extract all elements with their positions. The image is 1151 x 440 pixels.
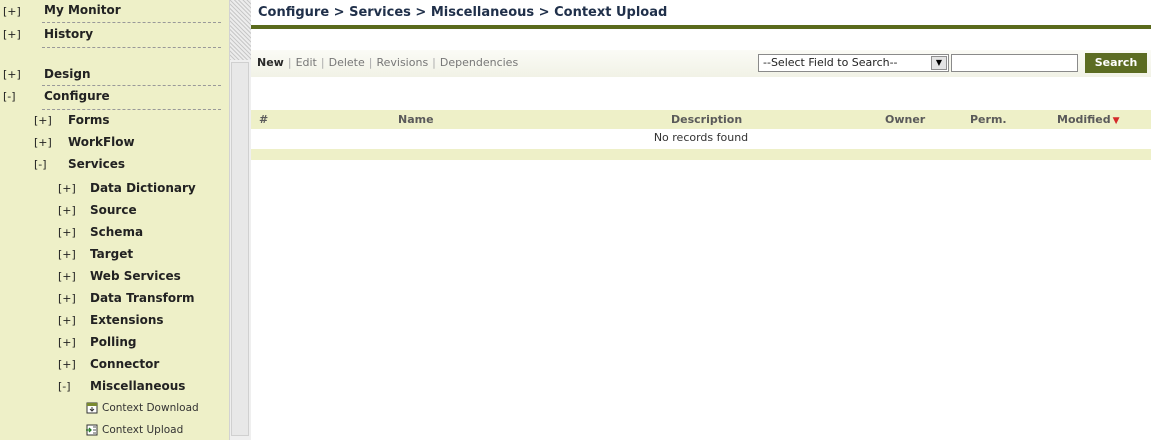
tree-node-my-monitor[interactable]: [+] My Monitor [0, 3, 229, 23]
expand-toggle[interactable]: [+] [3, 28, 21, 41]
tree-node-miscellaneous[interactable]: [-] Miscellaneous [0, 378, 229, 396]
chevron-down-icon[interactable]: ▼ [931, 56, 947, 70]
divider [42, 85, 221, 86]
expand-toggle[interactable]: [+] [58, 182, 76, 195]
tree-leaf-context-upload[interactable]: Context Upload [86, 422, 226, 440]
column-header-number[interactable]: # [259, 113, 268, 126]
select-value: --Select Field to Search-- [763, 56, 898, 69]
tree-node-forms[interactable]: [+] Forms [0, 112, 229, 130]
expand-toggle[interactable]: [+] [58, 358, 76, 371]
tree-node-label[interactable]: WorkFlow [68, 135, 135, 149]
action-separator: | [432, 56, 436, 69]
context-download-icon [86, 402, 98, 414]
tree-node-schema[interactable]: [+] Schema [0, 224, 229, 242]
scrollbar-thumb[interactable] [231, 62, 249, 436]
tree-node-label[interactable]: History [44, 27, 93, 41]
expand-toggle[interactable]: [+] [58, 292, 76, 305]
tree-node-label[interactable]: My Monitor [44, 3, 121, 17]
expand-toggle[interactable]: [+] [34, 136, 52, 149]
delete-link[interactable]: Delete [329, 56, 365, 69]
column-header-description[interactable]: Description [671, 113, 742, 126]
column-header-modified[interactable]: Modified ▼ [1057, 113, 1120, 126]
tree-node-source[interactable]: [+] Source [0, 202, 229, 220]
revisions-link[interactable]: Revisions [376, 56, 428, 69]
expand-toggle[interactable]: [+] [34, 114, 52, 127]
tree-node-label[interactable]: Configure [44, 89, 110, 103]
tree-node-data-transform[interactable]: [+] Data Transform [0, 290, 229, 308]
tree-node-label[interactable]: Forms [68, 113, 110, 127]
tree-node-data-dictionary[interactable]: [+] Data Dictionary [0, 180, 229, 198]
dependencies-link[interactable]: Dependencies [440, 56, 518, 69]
tree-node-label[interactable]: Source [90, 203, 137, 217]
expand-toggle[interactable]: [+] [58, 248, 76, 261]
scrollbar-track[interactable] [230, 0, 251, 60]
tree-node-label[interactable]: Data Transform [90, 291, 195, 305]
expand-toggle[interactable]: [+] [3, 68, 21, 81]
divider [42, 47, 221, 48]
tree-node-services[interactable]: [-] Services [0, 156, 229, 174]
tree-node-label[interactable]: Miscellaneous [90, 379, 185, 393]
tree-node-label[interactable]: Web Services [90, 269, 181, 283]
action-separator: | [287, 56, 292, 69]
action-separator: | [368, 56, 373, 69]
tree-node-polling[interactable]: [+] Polling [0, 334, 229, 352]
divider [42, 22, 221, 23]
tree-node-history[interactable]: [+] History [0, 26, 229, 48]
action-links: New | Edit | Delete | Revisions | Dependencies [257, 56, 518, 69]
tree-node-label[interactable]: Target [90, 247, 133, 261]
expand-toggle[interactable]: [+] [58, 226, 76, 239]
context-upload-icon [86, 424, 98, 436]
column-header-permissions[interactable]: Perm. [970, 113, 1007, 126]
tree-node-configure[interactable]: [-] Configure [0, 88, 229, 110]
tree-node-extensions[interactable]: [+] Extensions [0, 312, 229, 330]
edit-link[interactable]: Edit [296, 56, 317, 69]
column-header-label[interactable]: Modified [1057, 113, 1111, 126]
grid-header: # Name Description Owner Perm. Modified ▼ [251, 110, 1151, 129]
empty-message: No records found [653, 131, 749, 144]
divider [42, 109, 221, 110]
breadcrumb: Configure > Services > Miscellaneous > C… [258, 5, 668, 20]
expand-toggle[interactable]: [+] [58, 314, 76, 327]
tree-node-design[interactable]: [+] Design [0, 66, 229, 86]
tree-node-web-services[interactable]: [+] Web Services [0, 268, 229, 286]
tree-leaf-label[interactable]: Context Download [102, 402, 199, 414]
grid-footer [251, 149, 1151, 160]
tree-node-label[interactable]: Polling [90, 335, 137, 349]
expand-toggle[interactable]: [+] [58, 204, 76, 217]
tree-leaf-label[interactable]: Context Upload [102, 424, 183, 436]
collapse-toggle[interactable]: [-] [58, 380, 71, 393]
sidebar-scrollbar[interactable] [229, 0, 251, 440]
collapse-toggle[interactable]: [-] [3, 90, 16, 103]
expand-toggle[interactable]: [+] [58, 270, 76, 283]
search-input[interactable] [951, 54, 1078, 72]
new-link[interactable]: New [257, 56, 284, 69]
expand-toggle[interactable]: [+] [58, 336, 76, 349]
collapse-toggle[interactable]: [-] [34, 158, 47, 171]
tree-node-workflow[interactable]: [+] WorkFlow [0, 134, 229, 152]
tree-node-label[interactable]: Extensions [90, 313, 164, 327]
expand-toggle[interactable]: [+] [3, 5, 21, 18]
sort-descending-icon: ▼ [1112, 116, 1120, 126]
tree-node-label[interactable]: Connector [90, 357, 159, 371]
navigation-tree: [+] My Monitor [+] History [+] Design [-… [0, 0, 229, 440]
title-divider [251, 25, 1151, 29]
search-field-select[interactable]: --Select Field to Search-- ▼ [758, 54, 949, 72]
tree-node-target[interactable]: [+] Target [0, 246, 229, 264]
tree-node-label[interactable]: Services [68, 157, 125, 171]
tree-node-label[interactable]: Design [44, 67, 91, 81]
tree-node-label[interactable]: Schema [90, 225, 143, 239]
toolbar: New | Edit | Delete | Revisions | Dependencies -… [251, 50, 1151, 77]
tree-node-connector[interactable]: [+] Connector [0, 356, 229, 374]
action-separator: | [320, 56, 325, 69]
main-panel: Configure > Services > Miscellaneous > C… [251, 0, 1151, 440]
column-header-name[interactable]: Name [398, 113, 434, 126]
tree-leaf-context-download[interactable]: Context Download [86, 400, 226, 418]
tree-node-label[interactable]: Data Dictionary [90, 181, 196, 195]
column-header-owner[interactable]: Owner [885, 113, 925, 126]
search-button[interactable]: Search [1085, 53, 1147, 73]
